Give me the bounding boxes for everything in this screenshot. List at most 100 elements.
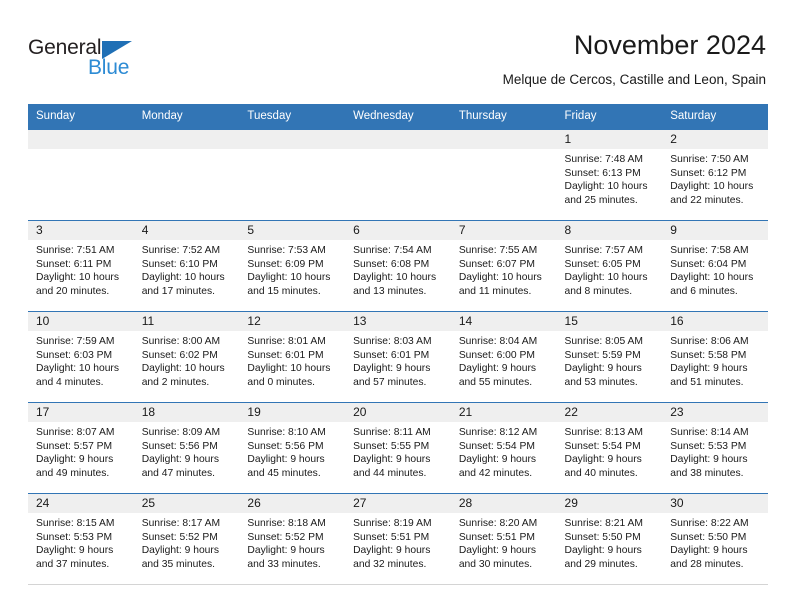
calendar-day-cell[interactable]: 10 Sunrise: 7:59 AM Sunset: 6:03 PM Dayligh… — [28, 311, 134, 403]
calendar-day-cell[interactable]: 23 Sunrise: 8:14 AM Sunset: 5:53 PM Dayligh… — [662, 402, 768, 494]
weekday-header-saturday: Saturday — [662, 104, 768, 130]
sunset-text: Sunset: 6:05 PM — [564, 258, 641, 270]
calendar-day-cell[interactable]: 17 Sunrise: 8:07 AM Sunset: 5:57 PM Dayligh… — [28, 402, 134, 494]
sunset-text: Sunset: 6:01 PM — [353, 349, 430, 361]
sunset-text: Sunset: 5:59 PM — [564, 349, 641, 361]
weekday-header-monday: Monday — [133, 104, 240, 130]
day-sun-info: Sunrise: 7:59 AM Sunset: 6:03 PM Daylight:… — [28, 331, 134, 389]
sunrise-text: Sunrise: 8:05 AM — [564, 336, 643, 347]
calendar-day-cell[interactable]: 19 Sunrise: 8:10 AM Sunset: 5:56 PM Dayligh… — [239, 402, 346, 494]
day-sun-info: Sunrise: 8:19 AM Sunset: 5:51 PM Daylight:… — [345, 513, 451, 571]
calendar-day-cell[interactable]: 28 Sunrise: 8:20 AM Sunset: 5:51 PM Dayligh… — [450, 493, 557, 585]
daylight-text: Daylight: 9 hours and 30 minutes. — [458, 545, 537, 570]
calendar-day-cell[interactable]: 8 Sunrise: 7:57 AM Sunset: 6:05 PM Daylight… — [556, 220, 663, 312]
daylight-text: Daylight: 9 hours and 57 minutes. — [353, 363, 431, 388]
day-sun-info: Sunrise: 7:52 AM Sunset: 6:10 PM Daylight:… — [134, 240, 240, 298]
day-sun-info: Sunrise: 7:54 AM Sunset: 6:08 PM Daylight:… — [345, 240, 451, 298]
day-number: 17 — [28, 403, 134, 422]
day-sun-info: Sunrise: 8:21 AM Sunset: 5:50 PM Daylight:… — [557, 513, 663, 571]
sunset-text: Sunset: 5:54 PM — [458, 440, 535, 452]
sunrise-text: Sunrise: 8:21 AM — [564, 518, 643, 529]
calendar-day-cell[interactable]: 16 Sunrise: 8:06 AM Sunset: 5:58 PM Dayligh… — [662, 311, 768, 403]
calendar-day-cell[interactable]: 24 Sunrise: 8:15 AM Sunset: 5:53 PM Dayligh… — [28, 493, 134, 585]
day-sun-info: Sunrise: 7:53 AM Sunset: 6:09 PM Daylight:… — [239, 240, 345, 298]
calendar-day-cell[interactable]: 7 Sunrise: 7:55 AM Sunset: 6:07 PM Daylight… — [450, 220, 557, 312]
general-blue-logo[interactable]: General Blue — [28, 36, 178, 88]
calendar-day-cell[interactable]: 13 Sunrise: 8:03 AM Sunset: 6:01 PM Dayligh… — [345, 311, 451, 403]
calendar-day-cell[interactable]: 5 Sunrise: 7:53 AM Sunset: 6:09 PM Daylight… — [239, 220, 346, 312]
calendar-week-row: 17 Sunrise: 8:07 AM Sunset: 5:57 PM Dayligh… — [28, 402, 768, 494]
sunrise-text: Sunrise: 7:58 AM — [670, 245, 749, 256]
day-sun-info: Sunrise: 8:11 AM Sunset: 5:55 PM Daylight:… — [345, 422, 451, 480]
day-sun-info: Sunrise: 8:10 AM Sunset: 5:56 PM Daylight:… — [239, 422, 345, 480]
calendar-day-cell[interactable]: 12 Sunrise: 8:01 AM Sunset: 6:01 PM Dayligh… — [239, 311, 346, 403]
daylight-text: Daylight: 9 hours and 29 minutes. — [564, 545, 642, 570]
day-sun-info: Sunrise: 8:00 AM Sunset: 6:02 PM Daylight:… — [134, 331, 240, 389]
daylight-text: Daylight: 9 hours and 33 minutes. — [247, 545, 325, 570]
calendar-day-cell[interactable]: 25 Sunrise: 8:17 AM Sunset: 5:52 PM Dayligh… — [133, 493, 240, 585]
sunrise-text: Sunrise: 8:01 AM — [247, 336, 326, 347]
daylight-text: Daylight: 9 hours and 49 minutes. — [36, 454, 114, 479]
day-number: 15 — [556, 312, 663, 331]
calendar-day-cell[interactable]: 4 Sunrise: 7:52 AM Sunset: 6:10 PM Daylight… — [133, 220, 240, 312]
day-sun-info: Sunrise: 8:12 AM Sunset: 5:54 PM Daylight:… — [451, 422, 557, 480]
sunrise-text: Sunrise: 8:20 AM — [458, 518, 538, 529]
daylight-text: Daylight: 10 hours and 4 minutes. — [36, 363, 119, 388]
calendar-day-cell[interactable]: 1 Sunrise: 7:48 AM Sunset: 6:13 PM Daylight… — [556, 129, 663, 221]
calendar-day-cell[interactable]: 27 Sunrise: 8:19 AM Sunset: 5:51 PM Dayligh… — [345, 493, 451, 585]
calendar-day-cell[interactable]: 9 Sunrise: 7:58 AM Sunset: 6:04 PM Daylight… — [662, 220, 768, 312]
calendar-day-cell-empty — [28, 129, 134, 221]
sunset-text: Sunset: 5:57 PM — [36, 440, 113, 452]
calendar-day-cell[interactable]: 3 Sunrise: 7:51 AM Sunset: 6:11 PM Daylight… — [28, 220, 134, 312]
calendar-day-cell[interactable]: 14 Sunrise: 8:04 AM Sunset: 6:00 PM Dayligh… — [450, 311, 557, 403]
sunset-text: Sunset: 5:51 PM — [458, 531, 535, 543]
calendar-day-cell[interactable]: 21 Sunrise: 8:12 AM Sunset: 5:54 PM Dayligh… — [450, 402, 557, 494]
daylight-text: Daylight: 9 hours and 47 minutes. — [141, 454, 219, 479]
calendar-day-cell[interactable]: 11 Sunrise: 8:00 AM Sunset: 6:02 PM Dayligh… — [133, 311, 240, 403]
calendar-day-cell[interactable]: 20 Sunrise: 8:11 AM Sunset: 5:55 PM Dayligh… — [345, 402, 451, 494]
day-number: 23 — [662, 403, 768, 422]
calendar-day-cell[interactable]: 18 Sunrise: 8:09 AM Sunset: 5:56 PM Dayligh… — [133, 402, 240, 494]
day-sun-info: Sunrise: 8:13 AM Sunset: 5:54 PM Daylight:… — [557, 422, 663, 480]
day-number — [450, 130, 557, 149]
sunset-text: Sunset: 5:54 PM — [564, 440, 641, 452]
sunrise-text: Sunrise: 7:51 AM — [36, 245, 115, 256]
sunrise-text: Sunrise: 8:04 AM — [458, 336, 538, 347]
day-number: 24 — [28, 494, 134, 513]
sunrise-text: Sunrise: 8:13 AM — [564, 427, 643, 438]
calendar-day-cell[interactable]: 15 Sunrise: 8:05 AM Sunset: 5:59 PM Dayligh… — [556, 311, 663, 403]
day-number — [345, 130, 451, 149]
day-number: 14 — [450, 312, 557, 331]
day-sun-info: Sunrise: 8:01 AM Sunset: 6:01 PM Daylight:… — [239, 331, 345, 389]
calendar-body: 1 Sunrise: 7:48 AM Sunset: 6:13 PM Daylight… — [28, 129, 768, 585]
sunrise-text: Sunrise: 8:14 AM — [670, 427, 749, 438]
day-number: 30 — [662, 494, 768, 513]
day-number: 4 — [133, 221, 240, 240]
calendar-day-cell[interactable]: 30 Sunrise: 8:22 AM Sunset: 5:50 PM Dayligh… — [662, 493, 768, 585]
calendar-day-cell[interactable]: 2 Sunrise: 7:50 AM Sunset: 6:12 PM Daylight… — [662, 129, 768, 221]
calendar-day-cell-empty — [345, 129, 451, 221]
daylight-text: Daylight: 10 hours and 6 minutes. — [670, 272, 754, 297]
calendar-day-cell[interactable]: 6 Sunrise: 7:54 AM Sunset: 6:08 PM Daylight… — [345, 220, 451, 312]
daylight-text: Daylight: 10 hours and 22 minutes. — [670, 181, 754, 206]
sunset-text: Sunset: 5:52 PM — [141, 531, 218, 543]
weekday-header-row: Sunday Monday Tuesday Wednesday Thursday… — [28, 104, 768, 130]
calendar-week-row: 10 Sunrise: 7:59 AM Sunset: 6:03 PM Dayligh… — [28, 311, 768, 403]
daylight-text: Daylight: 9 hours and 38 minutes. — [670, 454, 748, 479]
calendar-day-cell[interactable]: 22 Sunrise: 8:13 AM Sunset: 5:54 PM Dayligh… — [556, 402, 663, 494]
day-number: 6 — [345, 221, 451, 240]
calendar-day-cell[interactable]: 29 Sunrise: 8:21 AM Sunset: 5:50 PM Dayligh… — [556, 493, 663, 585]
day-number: 11 — [133, 312, 240, 331]
day-number: 18 — [133, 403, 240, 422]
calendar-day-cell[interactable]: 26 Sunrise: 8:18 AM Sunset: 5:52 PM Dayligh… — [239, 493, 346, 585]
day-number: 25 — [133, 494, 240, 513]
daylight-text: Daylight: 10 hours and 13 minutes. — [353, 272, 437, 297]
sunset-text: Sunset: 5:56 PM — [247, 440, 324, 452]
sunset-text: Sunset: 5:52 PM — [247, 531, 324, 543]
day-sun-info: Sunrise: 8:06 AM Sunset: 5:58 PM Daylight:… — [662, 331, 768, 389]
day-number: 5 — [239, 221, 346, 240]
sunset-text: Sunset: 5:56 PM — [141, 440, 218, 452]
day-sun-info: Sunrise: 7:50 AM Sunset: 6:12 PM Daylight:… — [662, 149, 768, 207]
logo-text-blue: Blue — [88, 56, 130, 79]
sunset-text: Sunset: 6:00 PM — [458, 349, 535, 361]
